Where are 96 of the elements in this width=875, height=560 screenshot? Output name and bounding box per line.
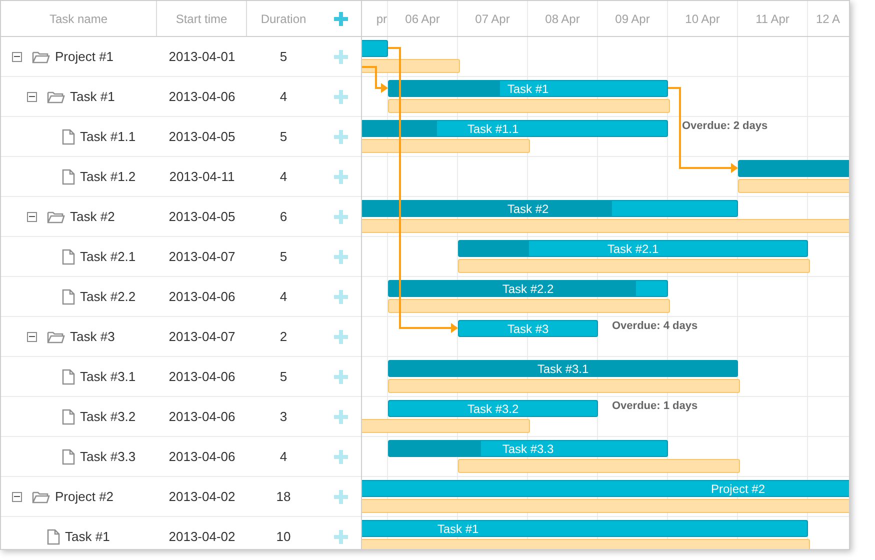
start-time: 2013-04-02 xyxy=(168,528,236,546)
date-label: 08 Apr xyxy=(545,10,580,28)
start-time: 2013-04-05 xyxy=(168,208,236,226)
collapse-toggle[interactable] xyxy=(27,332,37,342)
overdue-label: Overdue: 4 days xyxy=(612,319,698,334)
duration: 5 xyxy=(280,128,288,146)
task-name: Task #1.1 xyxy=(80,128,136,146)
task-name: Task #1 xyxy=(65,528,110,546)
duration: 5 xyxy=(280,248,288,266)
date-label: 10 Apr xyxy=(685,10,720,28)
task-bar[interactable]: Task #2.2 xyxy=(388,280,668,297)
date-label: 07 Apr xyxy=(475,10,510,28)
file-icon xyxy=(62,248,75,264)
start-time: 2013-04-11 xyxy=(169,168,235,186)
file-icon xyxy=(62,368,75,384)
file-icon xyxy=(62,408,75,424)
start-time: 2013-04-05 xyxy=(168,128,236,146)
start-time: 2013-04-06 xyxy=(168,368,236,386)
column-header[interactable]: Task name xyxy=(49,10,108,28)
start-time: 2013-04-06 xyxy=(168,88,236,106)
file-icon xyxy=(62,448,75,464)
add-icon[interactable] xyxy=(334,50,348,64)
folder-icon xyxy=(47,330,65,344)
duration: 5 xyxy=(280,368,288,386)
file-icon xyxy=(62,128,75,144)
date-label: pr xyxy=(376,10,387,28)
folder-icon xyxy=(32,50,50,64)
file-icon xyxy=(47,528,60,544)
column-header[interactable]: Duration xyxy=(260,10,306,28)
task-bar[interactable]: Task #3 xyxy=(458,320,598,337)
task-name: Project #1 xyxy=(55,48,114,66)
add-icon[interactable] xyxy=(334,490,348,504)
date-label: 09 Apr xyxy=(615,10,650,28)
add-icon[interactable] xyxy=(334,370,348,384)
add-icon[interactable] xyxy=(334,410,348,424)
add-icon[interactable] xyxy=(334,130,348,144)
task-name: Task #3 xyxy=(70,328,115,346)
overdue-label: Overdue: 2 days xyxy=(682,119,768,134)
task-bar[interactable]: Project #2 xyxy=(362,480,849,497)
start-time: 2013-04-07 xyxy=(168,248,236,266)
task-name: Task #1.2 xyxy=(80,168,136,186)
duration: 4 xyxy=(280,168,288,186)
task-name: Task #3.1 xyxy=(80,368,136,386)
add-icon[interactable] xyxy=(334,330,348,344)
duration: 3 xyxy=(280,408,288,426)
file-icon xyxy=(62,168,75,184)
task-name: Task #3.3 xyxy=(80,448,136,466)
task-name: Task #2 xyxy=(70,208,115,226)
date-label: 11 Apr xyxy=(756,10,790,28)
task-name: Task #3.2 xyxy=(80,408,136,426)
file-icon xyxy=(62,288,75,304)
duration: 5 xyxy=(280,48,288,66)
task-bar[interactable]: Task #2 xyxy=(362,200,738,217)
folder-icon xyxy=(47,210,65,224)
task-name: Project #2 xyxy=(55,488,114,506)
add-icon[interactable] xyxy=(334,530,348,544)
start-time: 2013-04-07 xyxy=(168,328,236,346)
add-icon[interactable] xyxy=(334,90,348,104)
column-header[interactable]: Start time xyxy=(176,10,228,28)
duration: 18 xyxy=(276,488,291,506)
task-name: Task #2.2 xyxy=(80,288,136,306)
add-icon[interactable] xyxy=(334,210,348,224)
task-bar[interactable]: Task #3.1 xyxy=(388,360,738,377)
add-icon[interactable] xyxy=(334,250,348,264)
duration: 4 xyxy=(280,448,288,466)
task-bar[interactable]: Task #1.1 xyxy=(362,120,668,137)
task-bar[interactable]: Task #3.3 xyxy=(388,440,668,457)
collapse-toggle[interactable] xyxy=(27,212,37,222)
start-time: 2013-04-06 xyxy=(168,408,236,426)
date-label: 06 Apr xyxy=(405,10,440,28)
add-icon[interactable] xyxy=(334,12,348,26)
task-bar[interactable]: Task #1 xyxy=(362,520,808,537)
start-time: 2013-04-06 xyxy=(168,288,236,306)
task-bar[interactable]: Task #1 xyxy=(388,80,668,97)
collapse-toggle[interactable] xyxy=(27,92,37,102)
duration: 2 xyxy=(280,328,288,346)
add-icon[interactable] xyxy=(334,290,348,304)
duration: 4 xyxy=(280,88,288,106)
date-label: 12 A xyxy=(816,10,840,28)
task-bar[interactable]: Task #3.2 xyxy=(388,400,598,417)
add-icon[interactable] xyxy=(334,450,348,464)
folder-icon xyxy=(47,90,65,104)
task-bar[interactable]: Task #2.1 xyxy=(458,240,808,257)
collapse-toggle[interactable] xyxy=(12,52,22,62)
duration: 4 xyxy=(280,288,288,306)
folder-icon xyxy=(32,490,50,504)
start-time: 2013-04-02 xyxy=(168,488,236,506)
start-time: 2013-04-06 xyxy=(168,448,236,466)
start-time: 2013-04-01 xyxy=(168,48,236,66)
collapse-toggle[interactable] xyxy=(12,492,22,502)
add-icon[interactable] xyxy=(334,170,348,184)
task-name: Task #2.1 xyxy=(80,248,136,266)
overdue-label: Overdue: 1 days xyxy=(612,399,698,414)
duration: 10 xyxy=(276,528,291,546)
duration: 6 xyxy=(280,208,288,226)
task-name: Task #1 xyxy=(70,88,115,106)
